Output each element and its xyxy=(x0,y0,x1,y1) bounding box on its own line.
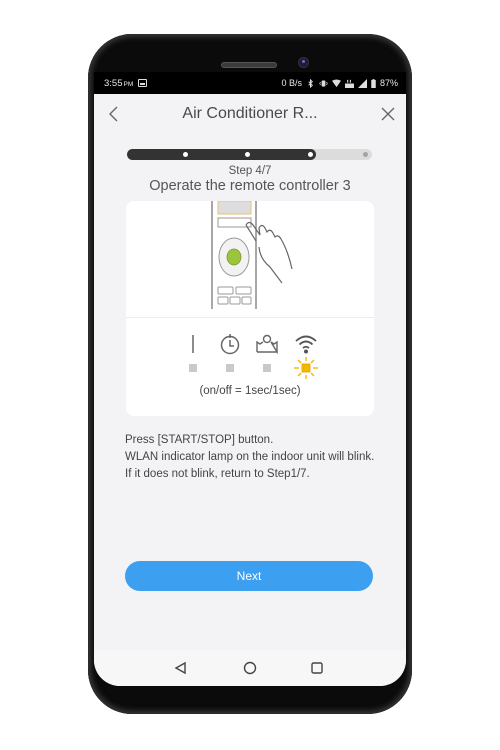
page-title: Air Conditioner R... xyxy=(182,105,318,122)
close-icon[interactable] xyxy=(378,104,398,124)
instructions-text: Press [START/STOP] button. WLAN indicato… xyxy=(125,432,385,483)
bluetooth-icon xyxy=(308,78,313,88)
instruction-line: WLAN indicator lamp on the indoor unit w… xyxy=(125,451,375,463)
instruction-card: (on/off = 1sec/1sec) xyxy=(126,201,374,416)
app-header: Air Conditioner R... xyxy=(94,94,406,134)
image-notification-icon xyxy=(138,79,148,87)
front-camera xyxy=(299,58,308,67)
speaker-grille xyxy=(221,62,277,68)
indicator-lamps xyxy=(126,329,374,379)
phone-frame: 3:55PM 0 B/s 87% Air Conditioner R... St… xyxy=(88,34,412,714)
step-title: Operate the remote controller 3 xyxy=(149,178,351,194)
data-rate: 0 B/s xyxy=(281,78,302,88)
blinking-lamp-indicator xyxy=(294,357,318,379)
step-progress-bar xyxy=(127,149,372,160)
next-button[interactable]: Next xyxy=(125,561,373,591)
timer-icon xyxy=(220,334,240,355)
remote-controller-press-icon xyxy=(211,201,293,309)
blink-interval-note: (on/off = 1sec/1sec) xyxy=(199,385,301,397)
chevron-left-icon[interactable] xyxy=(104,104,124,124)
lamp-indicator xyxy=(226,364,234,372)
data-transfer-icon xyxy=(344,79,354,88)
lamp-indicator xyxy=(263,364,271,372)
progress-dot-done xyxy=(244,152,250,157)
status-time: 3:55PM xyxy=(104,78,133,89)
instruction-line: If it does not blink, return to Step1/7. xyxy=(125,468,310,480)
battery-icon xyxy=(371,78,376,88)
battery-percent: 87% xyxy=(379,78,398,88)
progress-fill xyxy=(127,149,316,160)
wlan-lamp xyxy=(291,329,321,379)
ampm-text: PM xyxy=(123,80,134,88)
progress-dot-pending xyxy=(363,152,369,157)
vacation-lamp xyxy=(254,329,280,379)
home-nav-icon[interactable] xyxy=(241,659,259,677)
wifi-icon xyxy=(295,335,317,354)
card-divider xyxy=(126,317,374,318)
recents-nav-icon[interactable] xyxy=(308,659,326,677)
vibrate-icon xyxy=(319,80,328,86)
screen: 3:55PM 0 B/s 87% Air Conditioner R... St… xyxy=(94,72,406,686)
lamp-indicator xyxy=(189,364,197,372)
android-nav-bar xyxy=(94,650,406,686)
step-label: Step 4/7 xyxy=(228,165,272,177)
timer-lamp xyxy=(217,329,243,379)
back-nav-icon[interactable] xyxy=(172,659,190,677)
instruction-line: Press [START/STOP] button. xyxy=(125,434,274,446)
status-bar: 3:55PM 0 B/s 87% xyxy=(94,72,406,94)
time-text: 3:55 xyxy=(104,77,123,89)
power-lamp xyxy=(180,329,206,379)
signal-icon xyxy=(357,78,367,88)
vacation-icon xyxy=(256,334,278,355)
wifi-icon xyxy=(331,78,341,87)
power-icon xyxy=(192,335,194,353)
